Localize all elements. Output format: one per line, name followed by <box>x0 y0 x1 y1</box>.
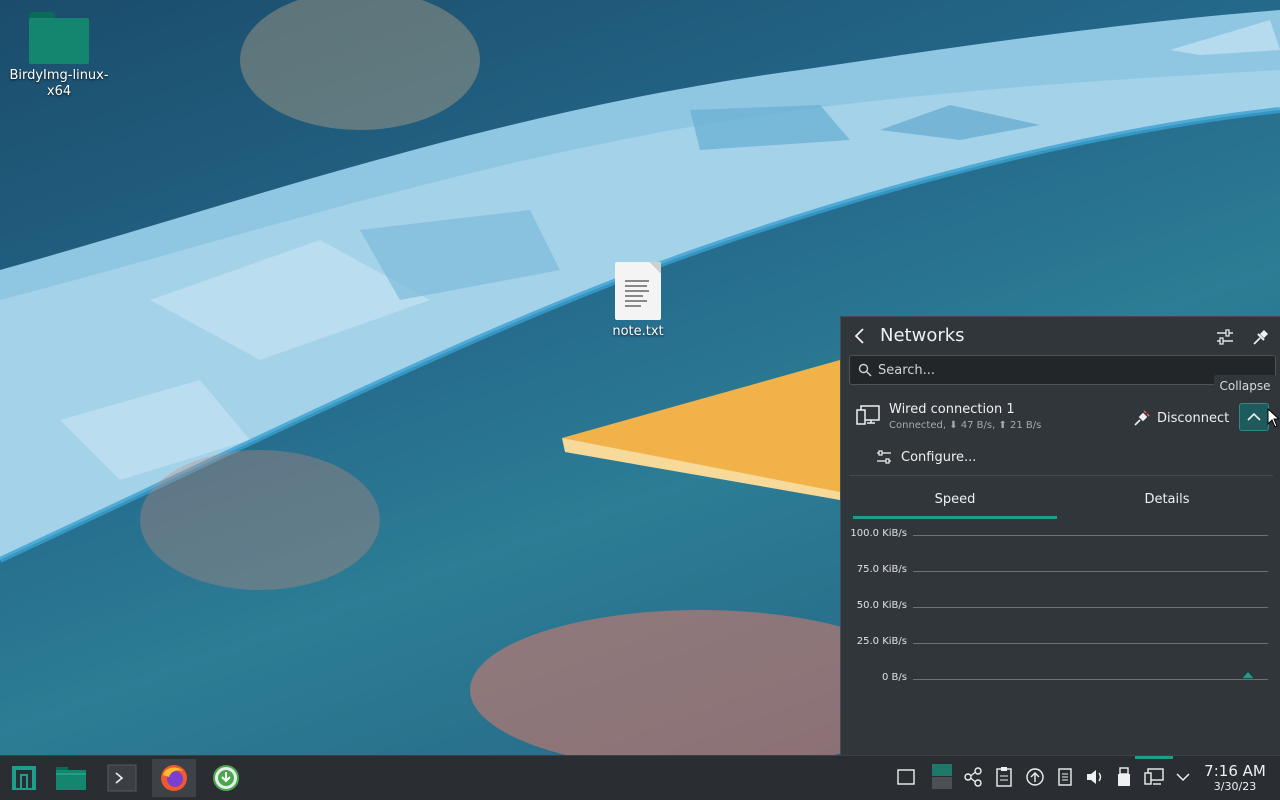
active-tray-indicator <box>1135 756 1173 759</box>
pin-icon <box>1253 330 1268 345</box>
tab-speed[interactable]: Speed <box>853 483 1057 519</box>
connection-name: Wired connection 1 <box>889 402 1015 417</box>
chevron-down-icon <box>1176 773 1190 782</box>
updates-icon <box>1026 768 1044 786</box>
popup-title: Networks <box>880 325 965 346</box>
connection-item[interactable]: Wired connection 1 Connected, ⬇ 47 B/s, … <box>841 393 1280 441</box>
clipboard-icon <box>996 767 1012 787</box>
firefox-button[interactable] <box>152 759 196 797</box>
network-tray-button[interactable] <box>1143 766 1165 788</box>
connection-status: Connected, ⬇ 47 B/s, ⬆ 21 B/s <box>889 420 1042 431</box>
volume-icon <box>1087 770 1102 784</box>
folder-icon <box>29 12 89 64</box>
collapse-button[interactable] <box>1239 403 1269 431</box>
gridline <box>913 571 1268 572</box>
download-manager-button[interactable] <box>204 759 248 797</box>
usb-device-button[interactable] <box>1113 766 1135 788</box>
configure-button[interactable]: Configure... <box>875 446 976 468</box>
pager-icon <box>932 764 952 789</box>
desktop-icon-label: note.txt <box>612 324 664 339</box>
disconnect-plug-icon <box>1134 410 1150 426</box>
usb-icon <box>1118 767 1130 786</box>
y-tick-label: 100.0 KiB/s <box>850 528 907 539</box>
application-launcher-button[interactable] <box>2 759 46 797</box>
clock-time: 7:16 AM <box>1204 762 1266 780</box>
desktop-icon-label: BirdyImg-linux-x64 <box>9 68 109 99</box>
file-manager-icon <box>56 767 86 790</box>
gridline <box>913 535 1268 536</box>
y-tick-label: 50.0 KiB/s <box>856 600 907 611</box>
chevron-left-icon <box>854 328 864 344</box>
clipboard-button[interactable] <box>993 766 1015 788</box>
search-field[interactable] <box>849 355 1276 385</box>
gridline <box>913 607 1268 608</box>
text-file-icon <box>615 262 661 320</box>
tab-details[interactable]: Details <box>1065 483 1269 519</box>
sliders-icon <box>1217 329 1233 345</box>
y-tick-label: 75.0 KiB/s <box>856 564 907 575</box>
disconnect-button[interactable]: Disconnect <box>1133 407 1229 429</box>
search-icon <box>858 363 872 377</box>
tab-bar: Speed Details <box>853 483 1269 519</box>
download-icon <box>213 765 239 791</box>
popup-header: Networks <box>841 317 1280 355</box>
disconnect-label: Disconnect <box>1157 410 1230 426</box>
y-tick-label: 25.0 KiB/s <box>856 636 907 647</box>
network-share-icon <box>964 767 982 787</box>
digital-clock[interactable]: 7:16 AM 3/30/23 <box>1198 762 1272 794</box>
desktop-file-note[interactable]: note.txt <box>588 262 688 340</box>
updates-button[interactable] <box>1024 766 1046 788</box>
file-manager-button[interactable] <box>49 759 93 797</box>
back-button[interactable] <box>849 325 871 347</box>
wired-network-icon <box>856 405 880 425</box>
y-tick-label: 0 B/s <box>882 672 907 683</box>
pin-button[interactable] <box>1249 325 1273 349</box>
application-launcher-icon <box>12 766 36 790</box>
show-desktop-icon <box>897 769 915 785</box>
pager-button[interactable] <box>931 764 953 789</box>
divider <box>849 475 1273 476</box>
gridline <box>913 643 1268 644</box>
terminal-button[interactable] <box>100 759 144 797</box>
chevron-up-icon <box>1247 412 1261 421</box>
terminal-icon <box>107 764 137 792</box>
speed-data-point <box>1242 671 1254 678</box>
notes-button[interactable] <box>1054 766 1076 788</box>
search-input[interactable] <box>878 360 1258 380</box>
configure-label: Configure... <box>901 449 977 465</box>
configure-network-button[interactable] <box>1213 325 1237 349</box>
taskbar: 7:16 AM 3/30/23 <box>0 755 1280 800</box>
network-icon <box>1144 768 1164 785</box>
sliders-icon <box>877 450 891 464</box>
expand-tray-button[interactable] <box>1172 766 1194 788</box>
firefox-icon <box>161 765 187 791</box>
collapse-tooltip: Collapse <box>1214 375 1276 397</box>
network-share-button[interactable] <box>962 766 984 788</box>
volume-button[interactable] <box>1084 766 1106 788</box>
desktop-folder-birdyimg[interactable]: BirdyImg-linux-x64 <box>9 12 109 100</box>
clock-date: 3/30/23 <box>1213 780 1257 793</box>
show-desktop-button[interactable] <box>895 766 917 788</box>
speed-graph: 100.0 KiB/s 75.0 KiB/s 50.0 KiB/s 25.0 KiB/… <box>841 527 1280 687</box>
gridline <box>913 679 1268 680</box>
notes-icon <box>1058 768 1072 786</box>
mouse-cursor-icon <box>1267 408 1279 428</box>
